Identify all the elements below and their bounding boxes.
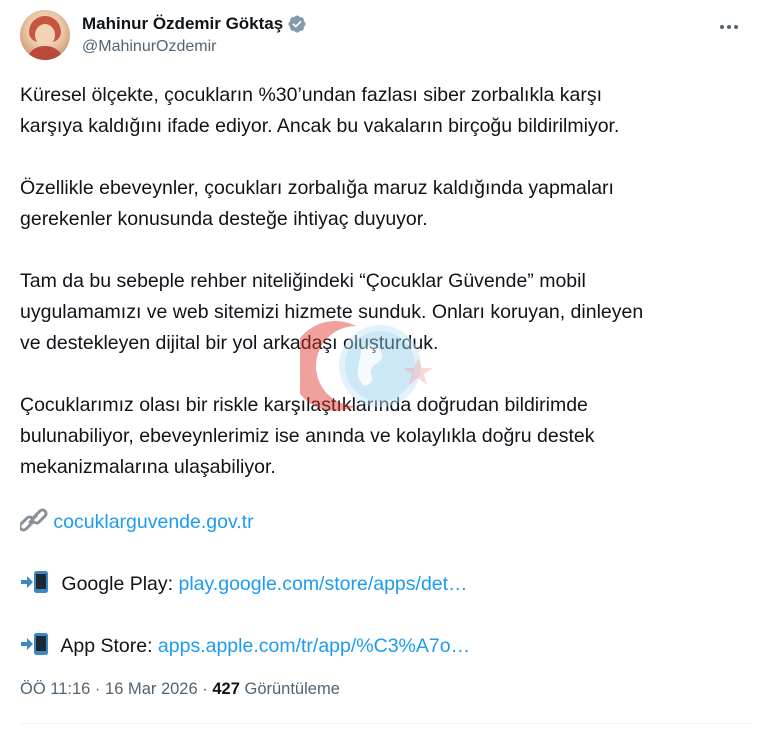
tweet-paragraph: Tam da bu sebeple rehber niteliğindeki “… (20, 270, 644, 354)
tweet-header: Mahinur Özdemir Göktaş @MahinurOzdemir (20, 10, 750, 62)
verified-badge-icon (288, 15, 306, 33)
author-info: Mahinur Özdemir Göktaş @MahinurOzdemir (82, 12, 307, 56)
tweet-time[interactable]: ÖÖ 11:16 (20, 680, 90, 698)
link-icon (20, 508, 48, 532)
views-label: Görüntüleme (244, 680, 340, 698)
author-name[interactable]: Mahinur Özdemir Göktaş (82, 14, 283, 34)
mobile-phone-arrow-icon (21, 571, 48, 593)
tweet-paragraph: Çocuklarımız olası bir riskle karşılaştı… (20, 394, 595, 478)
website-link[interactable]: cocuklarguvende.gov.tr (53, 511, 253, 533)
tweet-paragraph: Küresel ölçekte, çocukların %30’undan fa… (20, 84, 620, 137)
website-link-row: cocuklarguvende.gov.tr (20, 507, 254, 538)
author-handle[interactable]: @MahinurOzdemir (82, 38, 307, 56)
tweet-paragraph: Özellikle ebeveynler, çocukları zorbalığ… (20, 177, 614, 230)
tweet-date[interactable]: 16 Mar 2026 (105, 680, 198, 698)
app-store-link[interactable]: apps.apple.com/tr/app/%C3%A7o… (158, 635, 470, 657)
tweet-text: Küresel ölçekte, çocukların %30’undan fa… (20, 80, 750, 514)
divider (20, 723, 750, 724)
tweet-card: Mahinur Özdemir Göktaş @MahinurOzdemir K… (0, 0, 770, 732)
tweet-meta: ÖÖ 11:16 · 16 Mar 2026 · 427 Görüntüleme (20, 680, 340, 698)
mobile-phone-arrow-icon (21, 633, 48, 655)
google-play-row: Google Play: play.google.com/store/apps/… (20, 569, 468, 600)
google-play-link[interactable]: play.google.com/store/apps/det… (179, 573, 468, 595)
views-count: 427 (212, 680, 240, 698)
app-store-label: App Store: (60, 635, 153, 657)
app-store-row: App Store: apps.apple.com/tr/app/%C3%A7o… (20, 631, 470, 662)
avatar[interactable] (20, 10, 70, 60)
google-play-label: Google Play: (61, 573, 174, 595)
more-options-icon[interactable] (718, 16, 740, 38)
